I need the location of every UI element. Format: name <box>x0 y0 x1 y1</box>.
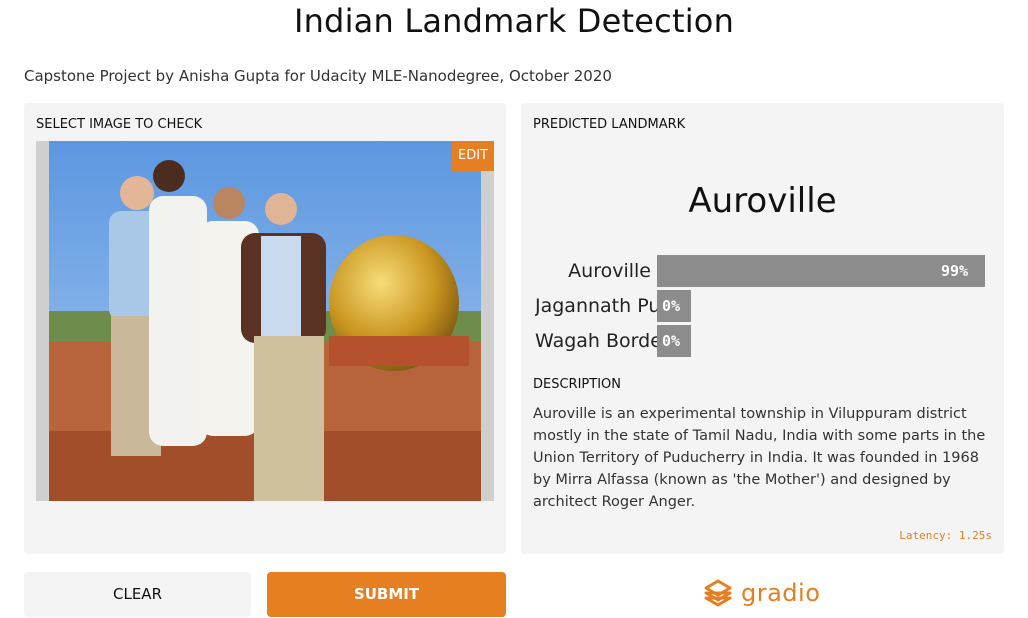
input-panel-label: SELECT IMAGE TO CHECK <box>36 117 203 132</box>
latency-text: Latency: 1.25s <box>899 529 992 542</box>
confidence-label: Jagannath Pu <box>535 295 657 317</box>
output-panel-label: PREDICTED LANDMARK <box>533 117 686 132</box>
output-panel: PREDICTED LANDMARK Auroville Auroville 9… <box>521 103 1004 554</box>
submit-button[interactable]: SUBMIT <box>267 572 506 617</box>
page-subtitle: Capstone Project by Anisha Gupta for Uda… <box>24 67 612 85</box>
gradio-text: gradio <box>741 579 821 607</box>
confidence-bar <box>657 255 985 287</box>
edit-button[interactable]: EDIT <box>452 141 494 171</box>
confidence-row: Jagannath Pu 0% <box>533 290 993 322</box>
gradio-logo-icon <box>704 579 732 607</box>
confidence-label: Auroville <box>568 260 651 282</box>
description-text: Auroville is an experimental township in… <box>533 406 986 510</box>
confidence-row: Auroville 99% <box>533 255 993 287</box>
landmark-photo <box>49 141 481 501</box>
image-input[interactable]: EDIT <box>36 141 494 501</box>
predicted-landmark: Auroville <box>688 181 837 221</box>
confidence-row: Wagah Borde 0% <box>533 325 993 357</box>
confidence-value: 0% <box>662 297 681 315</box>
input-panel: SELECT IMAGE TO CHECK EDIT <box>24 103 506 554</box>
gradio-brand[interactable]: gradio <box>703 576 820 610</box>
page-title: Indian Landmark Detection <box>293 2 735 40</box>
clear-button[interactable]: CLEAR <box>24 572 251 617</box>
confidence-label: Wagah Borde <box>535 330 657 352</box>
confidence-value: 0% <box>662 332 681 350</box>
description-label: DESCRIPTION <box>533 377 621 392</box>
confidence-value: 99% <box>941 262 969 280</box>
